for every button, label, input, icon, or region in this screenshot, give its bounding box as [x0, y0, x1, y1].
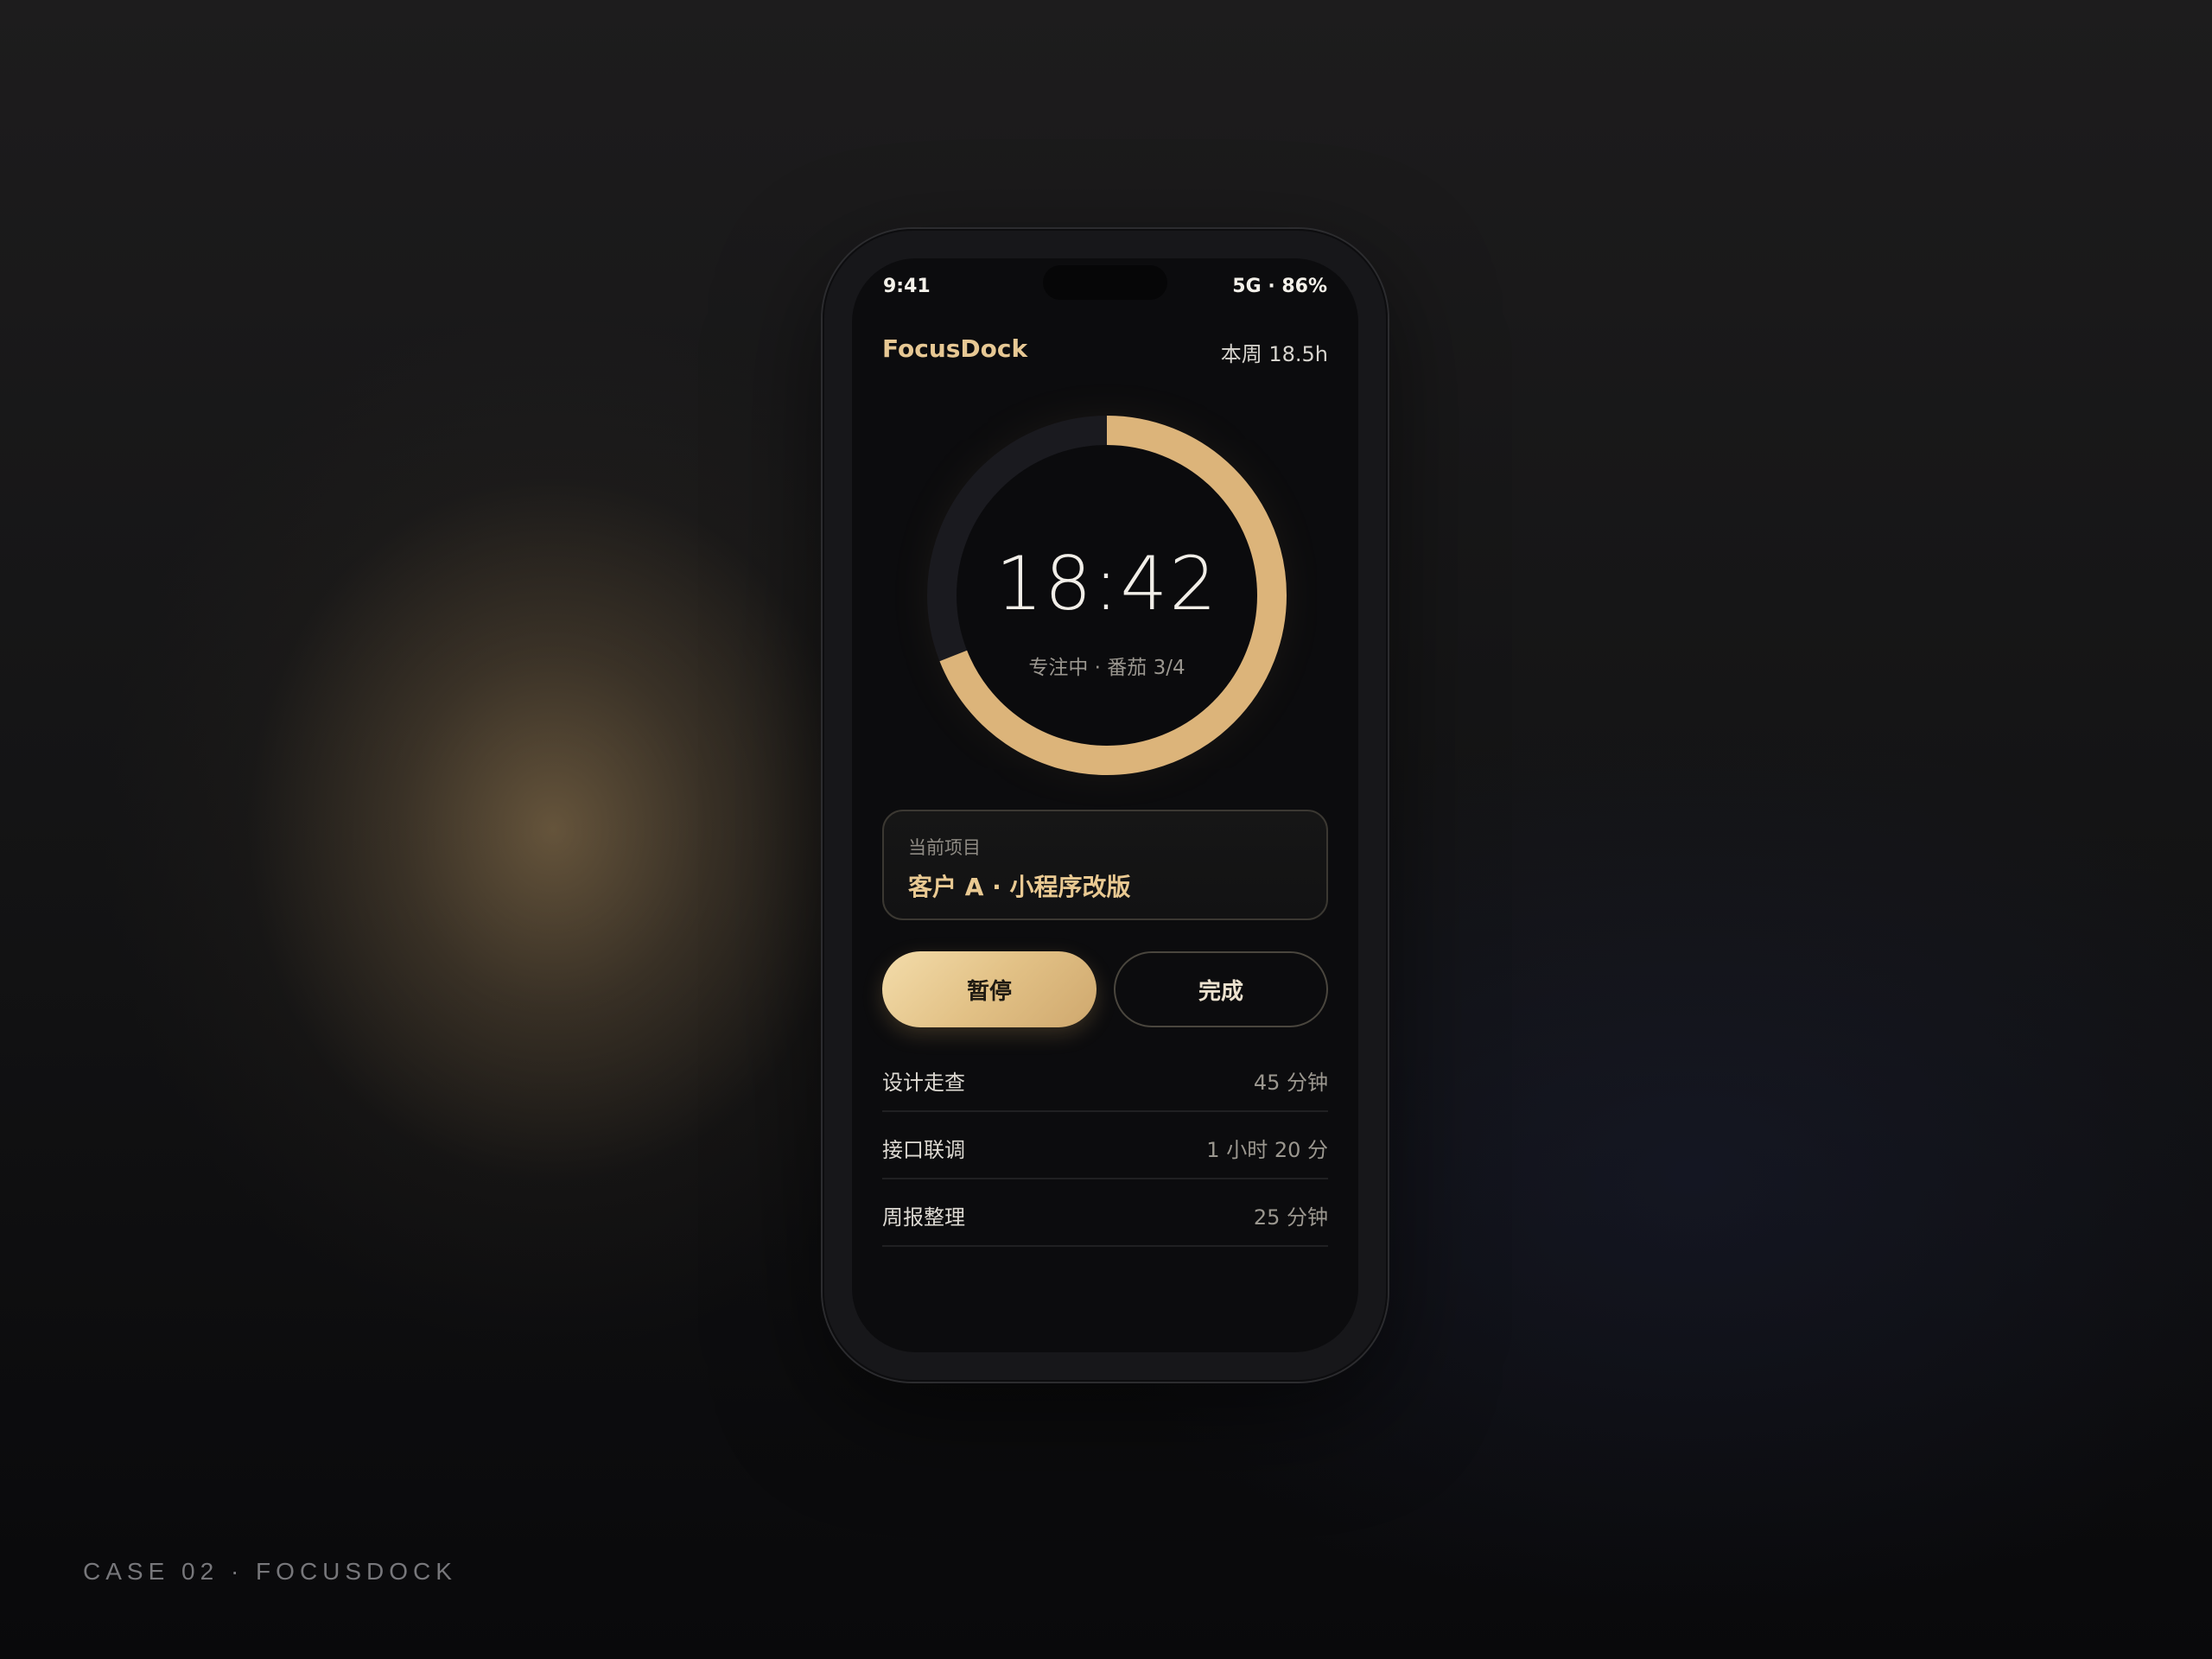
- task-list: 设计走查 45 分钟 接口联调 1 小时 20 分 周报整理 25 分钟: [882, 1045, 1328, 1247]
- case-caption: CASE 02 · FOCUSDOCK: [83, 1558, 457, 1585]
- task-name: 接口联调: [882, 1138, 965, 1162]
- timer-status: 专注中 · 番茄 3/4: [1028, 657, 1185, 679]
- pause-button[interactable]: 暂停: [882, 951, 1096, 1027]
- task-duration: 45 分钟: [1253, 1071, 1328, 1095]
- timer-countdown: 18:42: [995, 541, 1218, 627]
- app-title: FocusDock: [882, 334, 1028, 363]
- current-project-label: 当前项目: [908, 837, 981, 858]
- timer-ring: 18:42 专注中 · 番茄 3/4: [925, 414, 1288, 777]
- phone-frame: 9:41 5G · 86% FocusDock 本周 18.5h 18:42 专…: [823, 229, 1388, 1382]
- list-item[interactable]: 接口联调 1 小时 20 分: [882, 1112, 1328, 1179]
- current-project-card[interactable]: 当前项目 客户 A · 小程序改版: [882, 810, 1328, 920]
- task-name: 周报整理: [882, 1205, 965, 1230]
- list-item[interactable]: 周报整理 25 分钟: [882, 1179, 1328, 1247]
- task-duration: 1 小时 20 分: [1206, 1138, 1328, 1162]
- task-duration: 25 分钟: [1253, 1205, 1328, 1230]
- task-name: 设计走查: [882, 1071, 965, 1095]
- weekly-hours-stat: 本周 18.5h: [1220, 342, 1328, 366]
- current-project-name: 客户 A · 小程序改版: [908, 873, 1131, 901]
- list-item[interactable]: 设计走查 45 分钟: [882, 1045, 1328, 1112]
- status-bar-time: 9:41: [883, 276, 931, 297]
- complete-button[interactable]: 完成: [1114, 951, 1328, 1027]
- app-screen: 9:41 5G · 86% FocusDock 本周 18.5h 18:42 专…: [852, 258, 1358, 1352]
- dynamic-island: [1043, 265, 1167, 300]
- status-bar-network-battery: 5G · 86%: [1232, 276, 1327, 297]
